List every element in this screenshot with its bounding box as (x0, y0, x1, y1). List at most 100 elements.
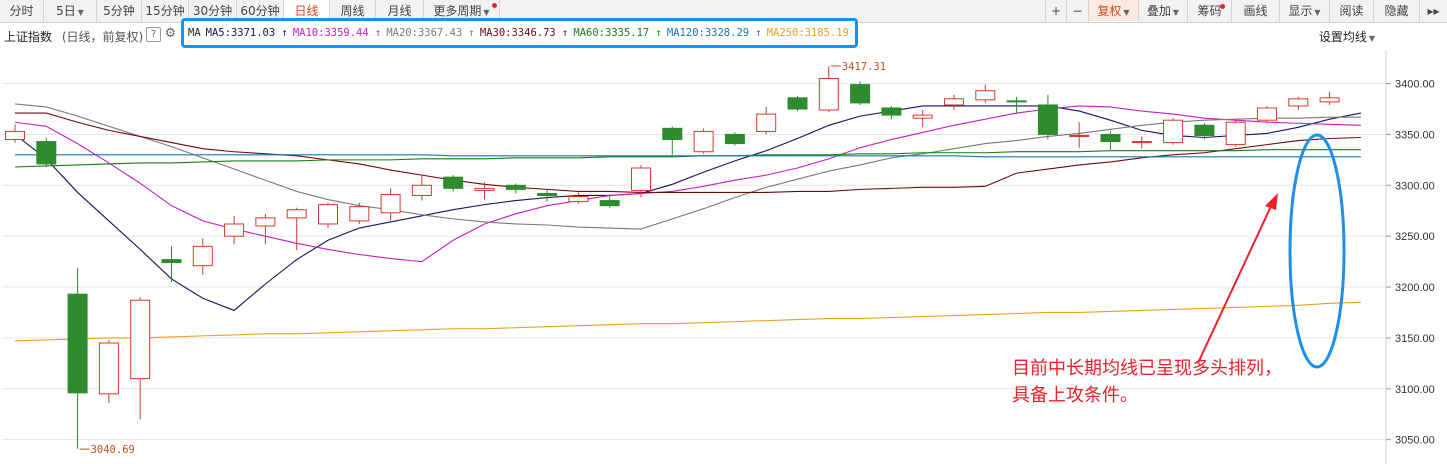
ma-legend-item: MA250:3185.19 ↑ (766, 27, 858, 39)
candle-up (411, 184, 432, 196)
tab-5day-label: 5日 (56, 4, 76, 18)
y-tick-label: 3200.00 (1395, 282, 1435, 294)
candle-down (599, 200, 620, 207)
candle-up (349, 206, 370, 222)
set-ma-button[interactable]: 设置均线 ▼ (1319, 28, 1375, 45)
forward-icon[interactable]: ▸▸ (1420, 0, 1447, 22)
adjust-label: 复权 (1097, 4, 1122, 18)
candle-up (192, 245, 213, 267)
read-button[interactable]: 阅读 (1330, 0, 1374, 22)
hide-button[interactable]: 隐藏 (1374, 0, 1420, 22)
ma-line-ma20 (14, 103, 1361, 230)
candle-up (1257, 107, 1277, 121)
candle-down (67, 293, 88, 394)
candle-down (443, 176, 464, 189)
candle-up (1319, 97, 1340, 103)
candle-up (1131, 141, 1152, 144)
chips-label: 筹码 (1197, 4, 1222, 18)
candle-down (1037, 104, 1058, 135)
candle-up (975, 90, 996, 101)
candle-up (474, 187, 495, 191)
ma-legend-item: MA60:3335.17 ↑ (573, 27, 662, 39)
notification-dot-icon (492, 3, 497, 8)
chevron-down-icon: ▼ (77, 8, 84, 17)
gear-icon[interactable]: ⚙ (164, 27, 177, 40)
y-tick-label: 3350.00 (1395, 129, 1435, 141)
period-subtitle: (日线，前复权) (61, 30, 144, 44)
chevron-down-icon: ▼ (1172, 8, 1180, 17)
tab-5min[interactable]: 5分钟 (97, 0, 142, 22)
ma-line-ma10 (14, 105, 1361, 263)
candle-down (1006, 100, 1027, 103)
chips-button[interactable]: 筹码 (1188, 0, 1232, 22)
candle-down (1194, 124, 1215, 136)
zoom-out-button[interactable]: − (1067, 0, 1089, 22)
index-name: 上证指数 (4, 30, 53, 44)
candle-down (161, 259, 182, 264)
candle-up (818, 77, 839, 111)
candle-down (850, 84, 871, 104)
tab-more-label: 更多周期 (433, 4, 482, 18)
ma-legend-prefix: MA (188, 27, 201, 39)
candle-up (255, 217, 276, 227)
y-tick-label: 3100.00 (1395, 384, 1435, 396)
overlay-label: 叠加 (1146, 4, 1171, 18)
ma-line-ma5 (14, 105, 1362, 312)
set-ma-label: 设置均线 (1318, 30, 1367, 44)
adjust-rights-button[interactable]: 复权 ▼ (1089, 0, 1139, 22)
chevron-down-icon: ▼ (1123, 8, 1130, 17)
tab-5day[interactable]: 5日 ▼ (44, 0, 97, 22)
ma-legend: MA MA5:3371.03 ↑ MA10:3359.44 ↑ MA20:3367.4… (181, 18, 858, 48)
annotation-arrow (1197, 201, 1274, 364)
chart-title: 上证指数 (日线，前复权) (4, 28, 143, 45)
candle-up (1069, 134, 1090, 137)
candle-down (505, 184, 526, 190)
candle-up (631, 167, 651, 191)
candle-up (130, 299, 151, 380)
ma-legend-item: MA30:3346.73 ↑ (479, 27, 569, 39)
y-tick-label: 3050.00 (1395, 435, 1435, 447)
candle-up (5, 130, 25, 141)
tab-intraday[interactable]: 分时 (0, 0, 44, 22)
candle-up (1163, 119, 1184, 144)
y-tick-label: 3250.00 (1395, 231, 1435, 243)
candle-up (224, 223, 245, 237)
candle-down (36, 141, 57, 165)
ma-legend-item: MA5:3371.03 ↑ (205, 27, 288, 39)
y-tick-label: 3150.00 (1395, 333, 1435, 345)
zoom-in-button[interactable]: + (1045, 0, 1067, 22)
draw-line-button[interactable]: 画线 (1232, 0, 1280, 22)
y-tick-label: 3400.00 (1395, 79, 1435, 91)
candle-up (756, 113, 777, 132)
candle-down (787, 97, 808, 110)
overlay-button[interactable]: 叠加 ▼ (1139, 0, 1188, 22)
candle-up (912, 114, 933, 119)
annotation-arrowhead (1265, 193, 1278, 210)
ma-legend-item: MA120:3328.29 ↑ (666, 27, 762, 39)
extreme-label: 3417.31 (842, 61, 886, 73)
ma-line-ma30 (15, 112, 1361, 193)
candle-up (98, 342, 119, 395)
chevron-down-icon: ▼ (1368, 34, 1375, 43)
display-label: 显示 (1288, 4, 1313, 18)
ma-legend-item: MA20:3367.43 ↑ (386, 27, 475, 39)
candle-up (380, 193, 401, 214)
ma-legend-item: MA10:3359.44 ↑ (292, 27, 382, 39)
candle-down (662, 127, 683, 141)
help-icon[interactable]: ? (146, 27, 161, 42)
candle-up (286, 209, 307, 219)
candle-down (1100, 133, 1121, 143)
y-tick-label: 3300.00 (1395, 180, 1435, 192)
annotation-line-1: 目前中长期均线已呈现多头排列， (1012, 358, 1282, 379)
candle-up (568, 196, 589, 203)
candle-up (318, 204, 338, 225)
candle-down (537, 192, 558, 196)
candle-up (944, 98, 964, 106)
candle-up (1225, 121, 1246, 146)
candle-up (1288, 98, 1309, 107)
display-button[interactable]: 显示 ▼ (1280, 0, 1330, 22)
ma-line-ma250 (14, 301, 1361, 342)
annotation-line-2: 具备上攻条件。 (1012, 385, 1138, 406)
notification-dot-icon (1220, 4, 1225, 9)
candle-down (881, 107, 902, 116)
